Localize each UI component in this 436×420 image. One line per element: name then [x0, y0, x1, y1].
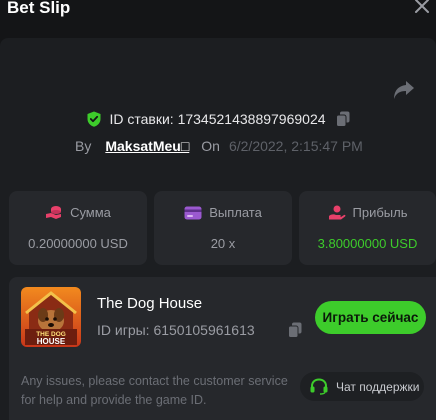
stat-card-profit: Прибыль 3.80000000 USD [299, 191, 436, 265]
header: Bet Slip [0, 0, 436, 38]
bet-id-row: ID ставки: 1734521438897969024 [0, 109, 436, 129]
dog-house-thumbnail-image: THE DOG HOUSE [21, 287, 81, 347]
username-link[interactable]: MaksatMeu□ [105, 138, 189, 154]
thumb-title-line-2: HOUSE [37, 337, 66, 346]
on-label: On [201, 138, 220, 154]
bet-owner-row: By MaksatMeu□ On 6/2/2022, 2:15:47 PM [75, 137, 363, 155]
stat-head-profit: Прибыль [299, 205, 436, 220]
card-icon [184, 206, 202, 219]
support-chat-button[interactable]: Чат поддержки [300, 372, 424, 401]
stat-label-profit: Прибыль [352, 205, 408, 220]
share-icon[interactable] [392, 79, 416, 101]
stat-label-payout: Выплата [209, 205, 262, 220]
game-name: The Dog House [97, 295, 203, 312]
stat-card-amount: Сумма 0.20000000 USD [9, 191, 147, 265]
bet-date: 6/2/2022, 2:15:47 PM [228, 138, 363, 154]
close-icon[interactable] [414, 0, 430, 14]
stat-card-payout: Выплата 20 x [154, 191, 292, 265]
stat-value-amount: 0.20000000 USD [28, 236, 128, 251]
bet-id: ID ставки: 1734521438897969024 [109, 111, 326, 127]
by-label: By [75, 138, 92, 154]
play-now-button[interactable]: Играть сейчас [315, 301, 426, 334]
headset-icon [310, 378, 328, 395]
page-title: Bet Slip [7, 0, 71, 17]
coins-icon [46, 206, 62, 219]
stat-value-profit: 3.80000000 USD [317, 236, 418, 251]
game-thumbnail[interactable]: THE DOG HOUSE [21, 287, 81, 347]
copy-game-id-icon[interactable] [288, 322, 302, 338]
profit-hand-icon [328, 205, 345, 220]
copy-icon[interactable] [335, 111, 350, 127]
shield-check-icon [87, 111, 101, 127]
stat-head-payout: Выплата [154, 205, 292, 220]
game-id: ID игры: 6150105961613 [97, 322, 255, 338]
stat-head-amount: Сумма [9, 205, 147, 220]
stat-label-amount: Сумма [70, 205, 111, 220]
stat-value-payout: 20 x [210, 236, 236, 251]
help-text: Any issues, please contact the customer … [21, 374, 288, 407]
support-chat-label: Чат поддержки [336, 379, 420, 394]
game-card: THE DOG HOUSE The Dog House ID игры: 615… [9, 277, 436, 420]
